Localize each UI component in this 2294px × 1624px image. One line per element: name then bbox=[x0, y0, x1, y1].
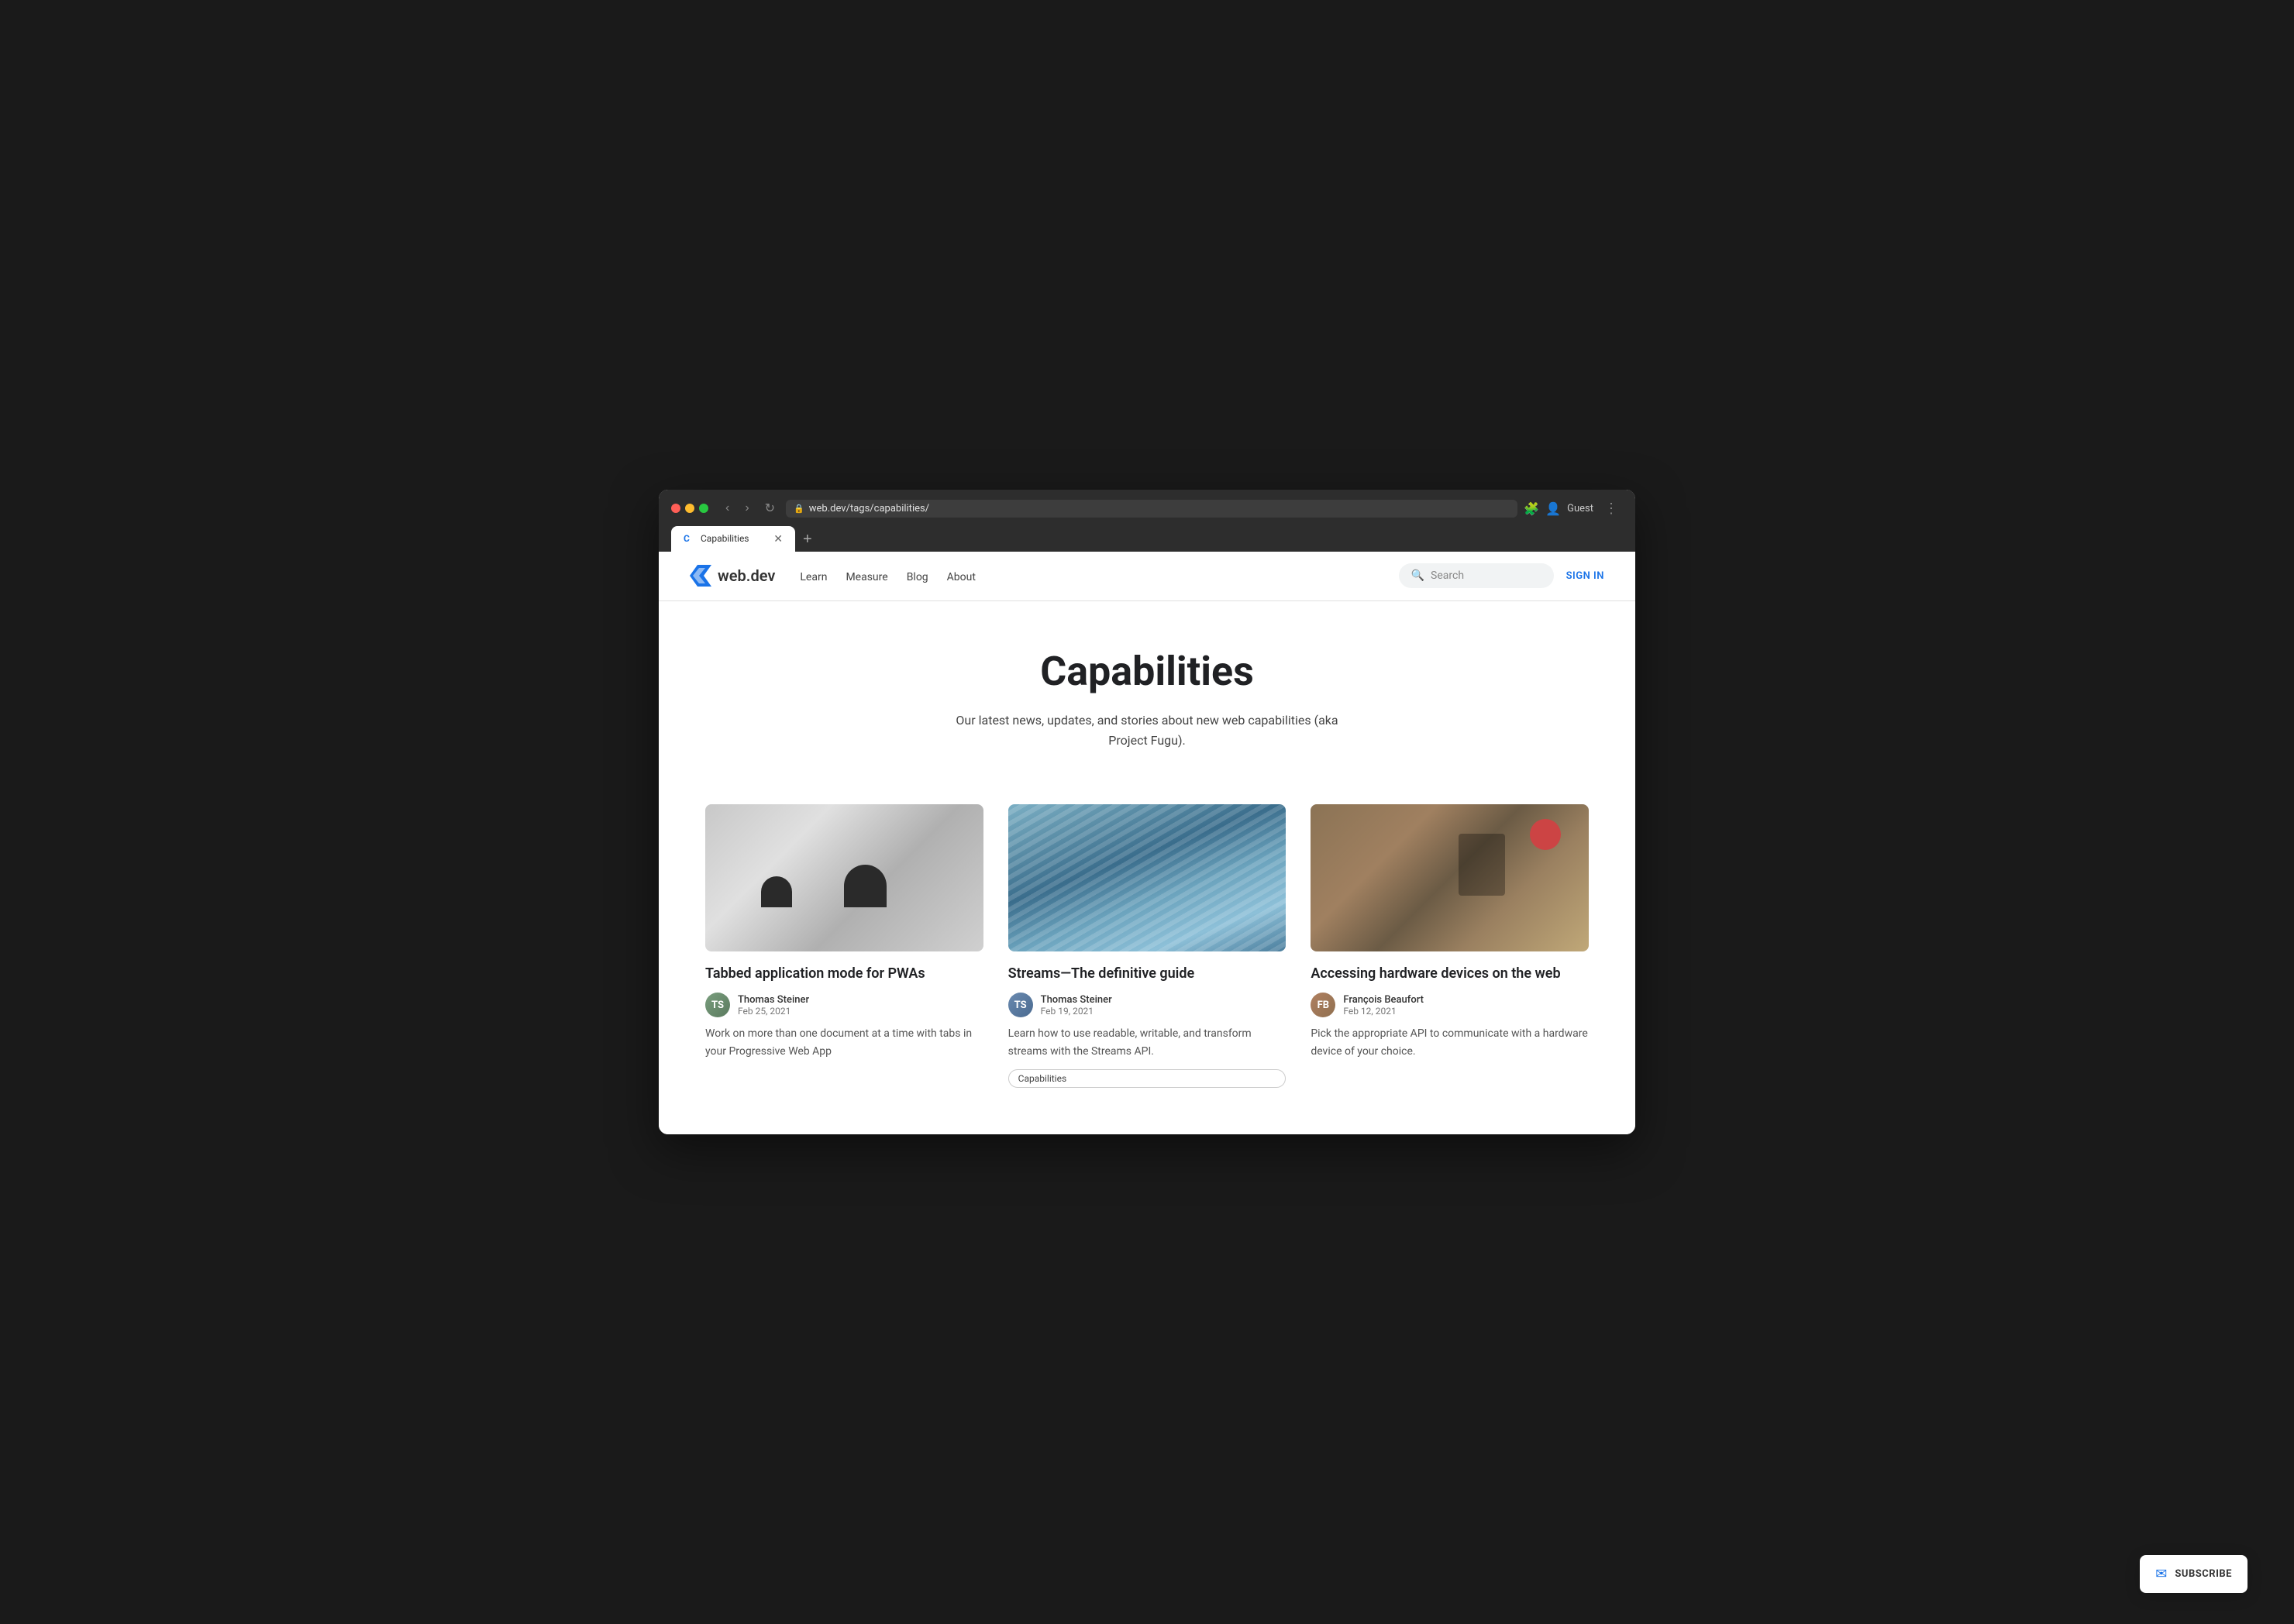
tab-title: Capabilities bbox=[701, 533, 767, 544]
logo-icon bbox=[690, 565, 711, 587]
author-avatar-2: TS bbox=[1008, 993, 1033, 1017]
subscribe-label: SUBSCRIBE bbox=[2175, 1568, 2232, 1580]
hero-subtitle: Our latest news, updates, and stories ab… bbox=[946, 710, 1348, 750]
article-date-1: Feb 25, 2021 bbox=[738, 1006, 809, 1017]
active-tab[interactable]: C Capabilities ✕ bbox=[671, 526, 795, 552]
search-placeholder: Search bbox=[1431, 569, 1464, 582]
nav-link-learn[interactable]: Learn bbox=[800, 571, 827, 583]
author-name-1: Thomas Steiner bbox=[738, 994, 809, 1006]
article-title-2[interactable]: Streams—The definitive guide bbox=[1008, 964, 1286, 983]
logo-text: web.dev bbox=[718, 566, 775, 585]
tab-close-button[interactable]: ✕ bbox=[773, 532, 783, 545]
article-image-2 bbox=[1008, 804, 1286, 951]
search-bar[interactable]: 🔍 Search bbox=[1399, 563, 1554, 588]
article-card: Tabbed application mode for PWAs TS Thom… bbox=[705, 804, 983, 1088]
minimize-button[interactable] bbox=[685, 504, 694, 513]
browser-menu-button[interactable]: ⋮ bbox=[1600, 499, 1623, 518]
maximize-button[interactable] bbox=[699, 504, 708, 513]
author-name-2: Thomas Steiner bbox=[1041, 994, 1112, 1006]
author-avatar-3: FB bbox=[1311, 993, 1335, 1017]
nav-link-blog[interactable]: Blog bbox=[907, 571, 928, 583]
article-author-2: TS Thomas Steiner Feb 19, 2021 bbox=[1008, 993, 1286, 1017]
subscribe-widget[interactable]: ✉ SUBSCRIBE bbox=[2140, 1555, 2248, 1593]
lock-icon: 🔒 bbox=[794, 504, 804, 514]
author-name-3: François Beaufort bbox=[1343, 994, 1424, 1006]
article-date-2: Feb 19, 2021 bbox=[1041, 1006, 1112, 1017]
page-title: Capabilities bbox=[690, 648, 1604, 695]
site-logo[interactable]: web.dev bbox=[690, 565, 775, 587]
article-author-1: TS Thomas Steiner Feb 25, 2021 bbox=[705, 993, 983, 1017]
user-label[interactable]: Guest bbox=[1567, 503, 1593, 514]
extensions-icon[interactable]: 🧩 bbox=[1524, 501, 1539, 516]
article-author-3: FB François Beaufort Feb 12, 2021 bbox=[1311, 993, 1589, 1017]
new-tab-button[interactable]: + bbox=[797, 528, 818, 552]
traffic-lights bbox=[671, 504, 708, 513]
article-excerpt-2: Learn how to use readable, writable, and… bbox=[1008, 1025, 1286, 1060]
nav-right: 🔍 Search SIGN IN bbox=[1399, 563, 1604, 588]
article-date-3: Feb 12, 2021 bbox=[1343, 1006, 1424, 1017]
article-title-1[interactable]: Tabbed application mode for PWAs bbox=[705, 964, 983, 983]
user-icon[interactable]: 👤 bbox=[1545, 501, 1561, 516]
nav-link-measure[interactable]: Measure bbox=[846, 571, 887, 583]
article-card: Streams—The definitive guide TS Thomas S… bbox=[1008, 804, 1286, 1088]
article-image-1 bbox=[705, 804, 983, 951]
nav-link-about[interactable]: About bbox=[947, 571, 976, 583]
author-avatar-1: TS bbox=[705, 993, 730, 1017]
back-button[interactable]: ‹ bbox=[721, 500, 734, 517]
subscribe-icon: ✉ bbox=[2155, 1566, 2167, 1582]
address-bar[interactable]: 🔒 web.dev/tags/capabilities/ bbox=[786, 500, 1517, 518]
refresh-button[interactable]: ↻ bbox=[760, 499, 780, 518]
close-button[interactable] bbox=[671, 504, 680, 513]
address-text: web.dev/tags/capabilities/ bbox=[809, 503, 929, 514]
sign-in-button[interactable]: SIGN IN bbox=[1566, 570, 1604, 582]
article-excerpt-1: Work on more than one document at a time… bbox=[705, 1025, 983, 1060]
article-tag-capabilities[interactable]: Capabilities bbox=[1008, 1069, 1286, 1088]
article-image-3 bbox=[1311, 804, 1589, 951]
nav-links: Learn Measure Blog About bbox=[800, 569, 976, 583]
tab-favicon: C bbox=[684, 533, 694, 544]
article-card: Accessing hardware devices on the web FB… bbox=[1311, 804, 1589, 1088]
hero-section: Capabilities Our latest news, updates, a… bbox=[659, 601, 1635, 789]
search-icon: 🔍 bbox=[1411, 569, 1424, 582]
article-title-3[interactable]: Accessing hardware devices on the web bbox=[1311, 964, 1589, 983]
site-nav: web.dev Learn Measure Blog About 🔍 Searc… bbox=[659, 552, 1635, 601]
forward-button[interactable]: › bbox=[740, 500, 753, 517]
article-excerpt-3: Pick the appropriate API to communicate … bbox=[1311, 1025, 1589, 1060]
tab-bar: C Capabilities ✕ + bbox=[671, 526, 1623, 552]
articles-grid: Tabbed application mode for PWAs TS Thom… bbox=[659, 789, 1635, 1134]
